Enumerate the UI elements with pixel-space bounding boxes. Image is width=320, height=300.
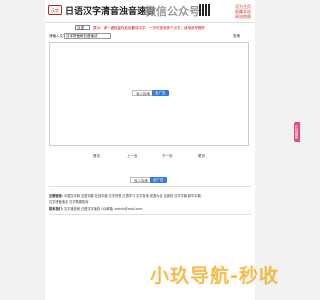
ad-button-2[interactable]: 全广告 (150, 177, 167, 183)
contact-label: 联系我们: (49, 207, 64, 211)
friend-links-list[interactable]: 中国汉字网 汉语词典 在线字典 汉字拼音 日语学习 汉字查询 成语大全 百家姓 … (64, 194, 201, 198)
contact-text: 汉字速查网 日语汉字速查 QQ邮箱: admin@mail.com (64, 207, 143, 211)
contact-line: 联系我们: 汉字速查网 日语汉字速查 QQ邮箱: admin@mail.com (49, 206, 142, 211)
explore-button-2[interactable]: 深入探索 (130, 177, 152, 183)
pager-next[interactable]: 下一页 (162, 154, 173, 159)
search-input[interactable] (64, 33, 111, 39)
site-title[interactable]: 日语汉字清音浊音速查 (65, 4, 155, 17)
pager-first[interactable]: 首页 (93, 154, 100, 159)
qr-code-icon (199, 4, 211, 16)
search-hint: 提示：请一键批量在此处翻译汉字，一次可查询多个汉字，请用逗号隔开 (93, 26, 205, 30)
footer-divider (49, 186, 251, 187)
friend-links-more[interactable]: 汉字拼音读法 汉字笔顺查询 (49, 199, 88, 204)
pager-last[interactable]: 尾页 (198, 154, 205, 159)
pager-prev[interactable]: 上一页 (127, 154, 138, 159)
search-button[interactable]: 查询 (233, 34, 240, 39)
language-select[interactable]: 汉语 (75, 25, 90, 30)
result-panel: 深入探索 全广告 (49, 42, 249, 146)
explore-button[interactable]: 深入探索 (132, 90, 154, 96)
side-service-tab[interactable]: 在线客服 (294, 122, 300, 142)
friend-links: 友情链接: 中国汉字网 汉语词典 在线字典 汉字拼音 日语学习 汉字查询 成语大… (49, 193, 201, 198)
header-divider (45, 22, 255, 23)
ad-button[interactable]: 全广告 (152, 90, 169, 96)
page-container: 汉字 日语汉字清音浊音速查 微信公众号: 设为主页 收藏本站 网站地图 汉语 提… (45, 0, 255, 300)
header-link-sitemap[interactable]: 网站地图 (235, 14, 251, 20)
footer-bottom-divider (49, 214, 251, 215)
friend-links-label: 友情链接: (49, 194, 64, 198)
watermark-text: 小玖导航-秒收 (150, 265, 279, 287)
site-logo[interactable]: 汉字 (48, 5, 62, 15)
wechat-label: 微信公众号: (145, 5, 205, 18)
header: 汉字 日语汉字清音浊音速查 微信公众号: 设为主页 收藏本站 网站地图 (45, 0, 255, 22)
